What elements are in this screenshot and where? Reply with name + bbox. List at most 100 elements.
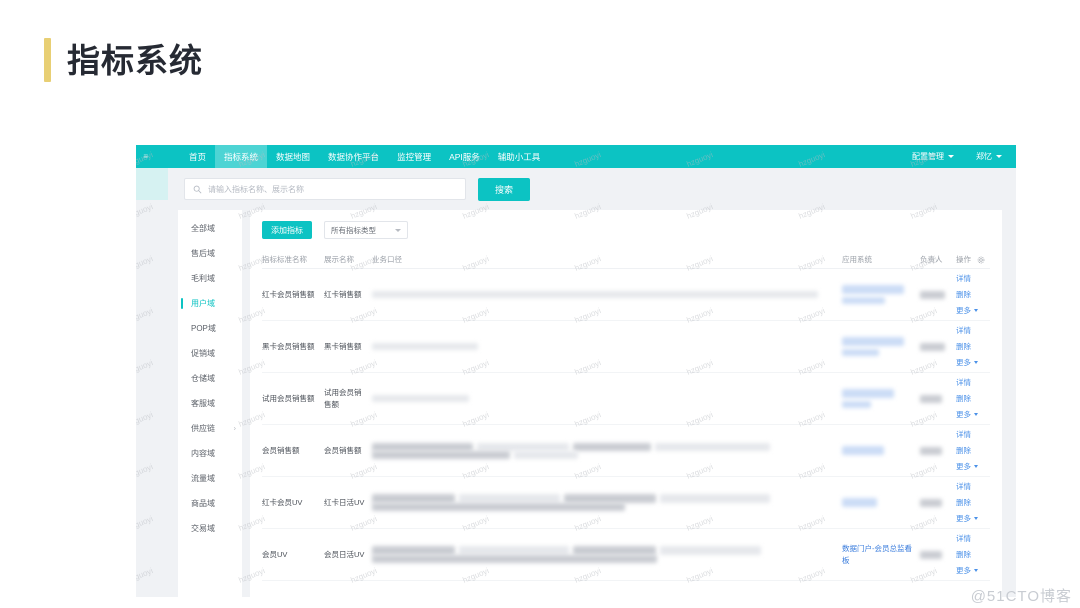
cell-owner-redacted	[920, 550, 956, 559]
metric-type-select[interactable]: 所有指标类型	[324, 221, 408, 239]
sidebar-item-content[interactable]: 内容域	[178, 441, 242, 466]
delete-link[interactable]: 删除	[956, 341, 990, 352]
nav-item-data-map[interactable]: 数据地图	[267, 145, 319, 168]
cell-app-system: 数据门户-会员总监看板	[842, 543, 920, 566]
metrics-table: 指标标准名称 展示名称 业务口径 应用系统 负责人 操作 红卡会员销售额 红卡销…	[262, 251, 990, 581]
sidebar-item-user[interactable]: 用户域	[178, 291, 242, 316]
cell-standard-name: 试用会员销售额	[262, 393, 315, 403]
sidebar-item-all[interactable]: 全部域	[178, 216, 242, 241]
sidebar-item-product[interactable]: 商品域	[178, 491, 242, 516]
table-row[interactable]: 会员UV 会员日活UV 数据门户-会员总监看板 详情 删除 更多	[262, 529, 990, 581]
detail-link[interactable]: 详情	[956, 377, 990, 388]
cell-owner-redacted	[920, 498, 956, 507]
search-input-wrapper[interactable]: 请输入指标名称、展示名称	[184, 178, 466, 200]
chevron-down-icon	[974, 309, 978, 312]
cell-app-system-redacted	[842, 446, 920, 455]
search-input-placeholder: 请输入指标名称、展示名称	[208, 184, 304, 194]
chevron-down-icon	[974, 517, 978, 520]
sidebar-item-promotion[interactable]: 促销域	[178, 341, 242, 366]
cell-display-name: 会员日活UV	[324, 549, 365, 559]
more-menu-label: 更多	[956, 410, 971, 419]
more-menu[interactable]: 更多	[956, 305, 990, 316]
cell-app-system-redacted	[842, 389, 920, 408]
cell-caliber-redacted	[372, 494, 842, 511]
sidebar-item-supply-chain[interactable]: 供应链 ›	[178, 416, 242, 441]
search-button[interactable]: 搜索	[478, 177, 530, 201]
sidebar-item-customer-service[interactable]: 客服域	[178, 391, 242, 416]
column-header-app-system: 应用系统	[842, 254, 872, 264]
cell-actions: 详情 删除 更多	[956, 377, 990, 420]
delete-link[interactable]: 删除	[956, 549, 990, 560]
cell-actions: 详情 删除 更多	[956, 325, 990, 368]
more-menu[interactable]: 更多	[956, 513, 990, 524]
table-row[interactable]: 试用会员销售额 试用会员销售额 详情 删除 更多	[262, 373, 990, 425]
cell-standard-name: 会员UV	[262, 549, 288, 559]
column-header-standard-name: 指标标准名称	[262, 254, 307, 264]
nav-item-data-collab[interactable]: 数据协作平台	[319, 145, 388, 168]
more-menu[interactable]: 更多	[956, 565, 990, 576]
chevron-right-icon: ›	[233, 425, 236, 432]
chevron-down-icon	[974, 569, 978, 572]
search-strip: 请输入指标名称、展示名称 搜索	[136, 168, 1016, 210]
detail-link[interactable]: 详情	[956, 481, 990, 492]
detail-link[interactable]: 详情	[956, 325, 990, 336]
chevron-down-icon	[948, 155, 954, 158]
cell-standard-name: 红卡会员UV	[262, 497, 303, 507]
cell-owner-redacted	[920, 446, 956, 455]
more-menu-label: 更多	[956, 358, 971, 367]
detail-link[interactable]: 详情	[956, 533, 990, 544]
cell-app-system-redacted	[842, 498, 920, 507]
more-menu-label: 更多	[956, 514, 971, 523]
cell-app-system-redacted	[842, 285, 920, 304]
app-system-link[interactable]: 数据门户-会员总监看板	[842, 544, 912, 564]
column-header-owner: 负责人	[920, 255, 943, 264]
cell-caliber-redacted	[372, 291, 842, 298]
user-account-menu[interactable]: 郑忆	[976, 151, 1002, 162]
delete-link[interactable]: 删除	[956, 393, 990, 404]
more-menu[interactable]: 更多	[956, 357, 990, 368]
table-row[interactable]: 黑卡会员销售额 黑卡销售额 详情 删除 更多	[262, 321, 990, 373]
sidebar-item-aftersales[interactable]: 售后域	[178, 241, 242, 266]
add-metric-button[interactable]: 添加指标	[262, 221, 312, 239]
sidebar-item-warehouse[interactable]: 仓储域	[178, 366, 242, 391]
app-screenshot: ≡ 首页 指标系统 数据地图 数据协作平台 监控管理 API服务 辅助小工具 配…	[136, 145, 1016, 597]
delete-link[interactable]: 删除	[956, 445, 990, 456]
cell-display-name: 红卡销售额	[324, 289, 362, 299]
table-row[interactable]: 红卡会员销售额 红卡销售额 详情 删除 更多	[262, 269, 990, 321]
more-menu[interactable]: 更多	[956, 409, 990, 420]
cell-owner-redacted	[920, 394, 956, 403]
config-management-menu[interactable]: 配置管理	[912, 151, 954, 162]
nav-item-api-service[interactable]: API服务	[440, 145, 489, 168]
cell-actions: 详情 删除 更多	[956, 273, 990, 316]
more-menu-label: 更多	[956, 462, 971, 471]
chevron-down-icon	[974, 465, 978, 468]
column-header-actions-label: 操作	[956, 255, 971, 264]
delete-link[interactable]: 删除	[956, 289, 990, 300]
cell-display-name: 红卡日活UV	[324, 497, 365, 507]
column-header-caliber: 业务口径	[372, 255, 402, 264]
nav-item-tools[interactable]: 辅助小工具	[489, 145, 550, 168]
sidebar-item-pop[interactable]: POP域	[178, 316, 242, 341]
sidebar-item-gross-profit[interactable]: 毛利域	[178, 266, 242, 291]
chevron-down-icon	[974, 413, 978, 416]
nav-item-metric-system[interactable]: 指标系统	[215, 145, 268, 168]
app-body: 全部域 售后域 毛利域 用户域 POP域 促销域 仓储域 客服域 供应链 › 内…	[136, 210, 1016, 597]
detail-link[interactable]: 详情	[956, 273, 990, 284]
cell-display-name: 试用会员销售额	[324, 388, 362, 409]
table-row[interactable]: 会员销售额 会员销售额 详情 删除 更多	[262, 425, 990, 477]
domain-sidebar: 全部域 售后域 毛利域 用户域 POP域 促销域 仓储域 客服域 供应链 › 内…	[178, 210, 242, 597]
detail-link[interactable]: 详情	[956, 429, 990, 440]
chevron-down-icon	[996, 155, 1002, 158]
table-header-row: 指标标准名称 展示名称 业务口径 应用系统 负责人 操作	[262, 251, 990, 269]
cell-actions: 详情 删除 更多	[956, 533, 990, 576]
sidebar-item-transaction[interactable]: 交易域	[178, 516, 242, 541]
sidebar-item-traffic[interactable]: 流量域	[178, 466, 242, 491]
nav-item-monitor[interactable]: 监控管理	[388, 145, 440, 168]
delete-link[interactable]: 删除	[956, 497, 990, 508]
cell-caliber-redacted	[372, 395, 842, 402]
more-menu[interactable]: 更多	[956, 461, 990, 472]
user-account-label: 郑忆	[976, 152, 992, 161]
gear-icon[interactable]	[977, 256, 985, 264]
table-row[interactable]: 红卡会员UV 红卡日活UV 详情 删除 更多	[262, 477, 990, 529]
nav-item-home[interactable]: 首页	[180, 145, 215, 168]
